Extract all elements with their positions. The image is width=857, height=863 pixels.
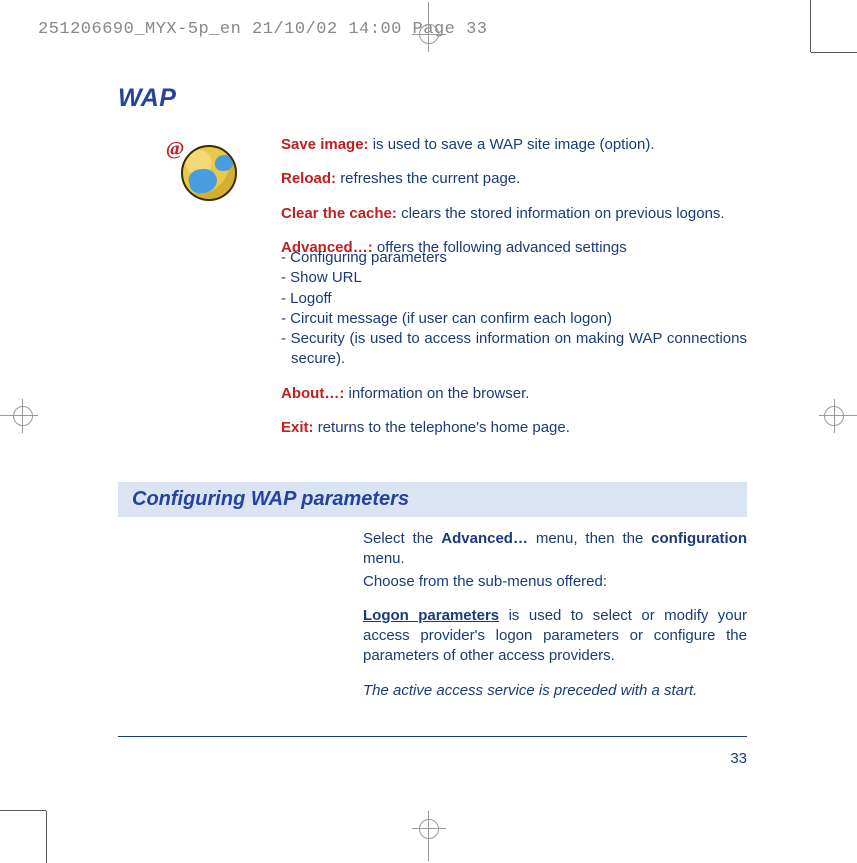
item-text: returns to the telephone's home page.: [318, 419, 570, 436]
text-bold: Advanced…: [441, 530, 528, 547]
item-label: Exit:: [281, 419, 314, 436]
text: menu, then the: [528, 530, 651, 547]
item-label: Save image:: [281, 136, 369, 153]
item-reload: Reload: refreshes the current page.: [281, 169, 747, 189]
item-label: About…:: [281, 385, 344, 402]
item-about: About…: information on the browser.: [281, 384, 747, 404]
section-heading: Configuring WAP parameters: [118, 482, 747, 517]
section-body: Select the Advanced… menu, then the conf…: [363, 529, 747, 701]
list-item: - Logoff: [281, 289, 747, 309]
icon-column: @: [118, 135, 243, 452]
prepress-header: 251206690_MYX-5p_en 21/10/02 14:00 Page …: [38, 20, 487, 39]
item-label: Clear the cache:: [281, 205, 397, 222]
item-clear-cache: Clear the cache: clears the stored infor…: [281, 204, 747, 224]
text-bold: configuration: [651, 530, 747, 547]
page-number: 33: [730, 750, 747, 767]
advanced-sublist: - Configuring parameters - Show URL - Lo…: [281, 248, 747, 370]
section-paragraph: Logon parameters is used to select or mo…: [363, 606, 747, 667]
item-text: clears the stored information on previou…: [401, 205, 725, 222]
section-line: Select the Advanced… menu, then the conf…: [363, 529, 747, 570]
item-text: is used to save a WAP site image (option…: [373, 136, 655, 153]
list-item: - Security (is used to access informatio…: [281, 329, 747, 370]
item-exit: Exit: returns to the telephone's home pa…: [281, 418, 747, 438]
item-text: information on the browser.: [348, 385, 529, 402]
list-item: - Circuit message (if user can confirm e…: [281, 309, 747, 329]
globe-at-icon: @: [163, 141, 243, 203]
page-content: WAP @ Save image: is used to save a WAP …: [118, 84, 747, 773]
text: menu.: [363, 550, 405, 567]
section-line: Choose from the sub-menus offered:: [363, 572, 747, 592]
footer-rule: [118, 736, 747, 737]
logon-parameters-label: Logon parameters: [363, 607, 499, 624]
list-item: - Show URL: [281, 268, 747, 288]
page-title: WAP: [118, 84, 747, 113]
italic-note: The active access service is preceded wi…: [363, 681, 747, 701]
item-text: refreshes the current page.: [340, 170, 520, 187]
text: Select the: [363, 530, 441, 547]
item-label: Reload:: [281, 170, 336, 187]
item-save-image: Save image: is used to save a WAP site i…: [281, 135, 747, 155]
definition-list: Save image: is used to save a WAP site i…: [281, 135, 747, 452]
